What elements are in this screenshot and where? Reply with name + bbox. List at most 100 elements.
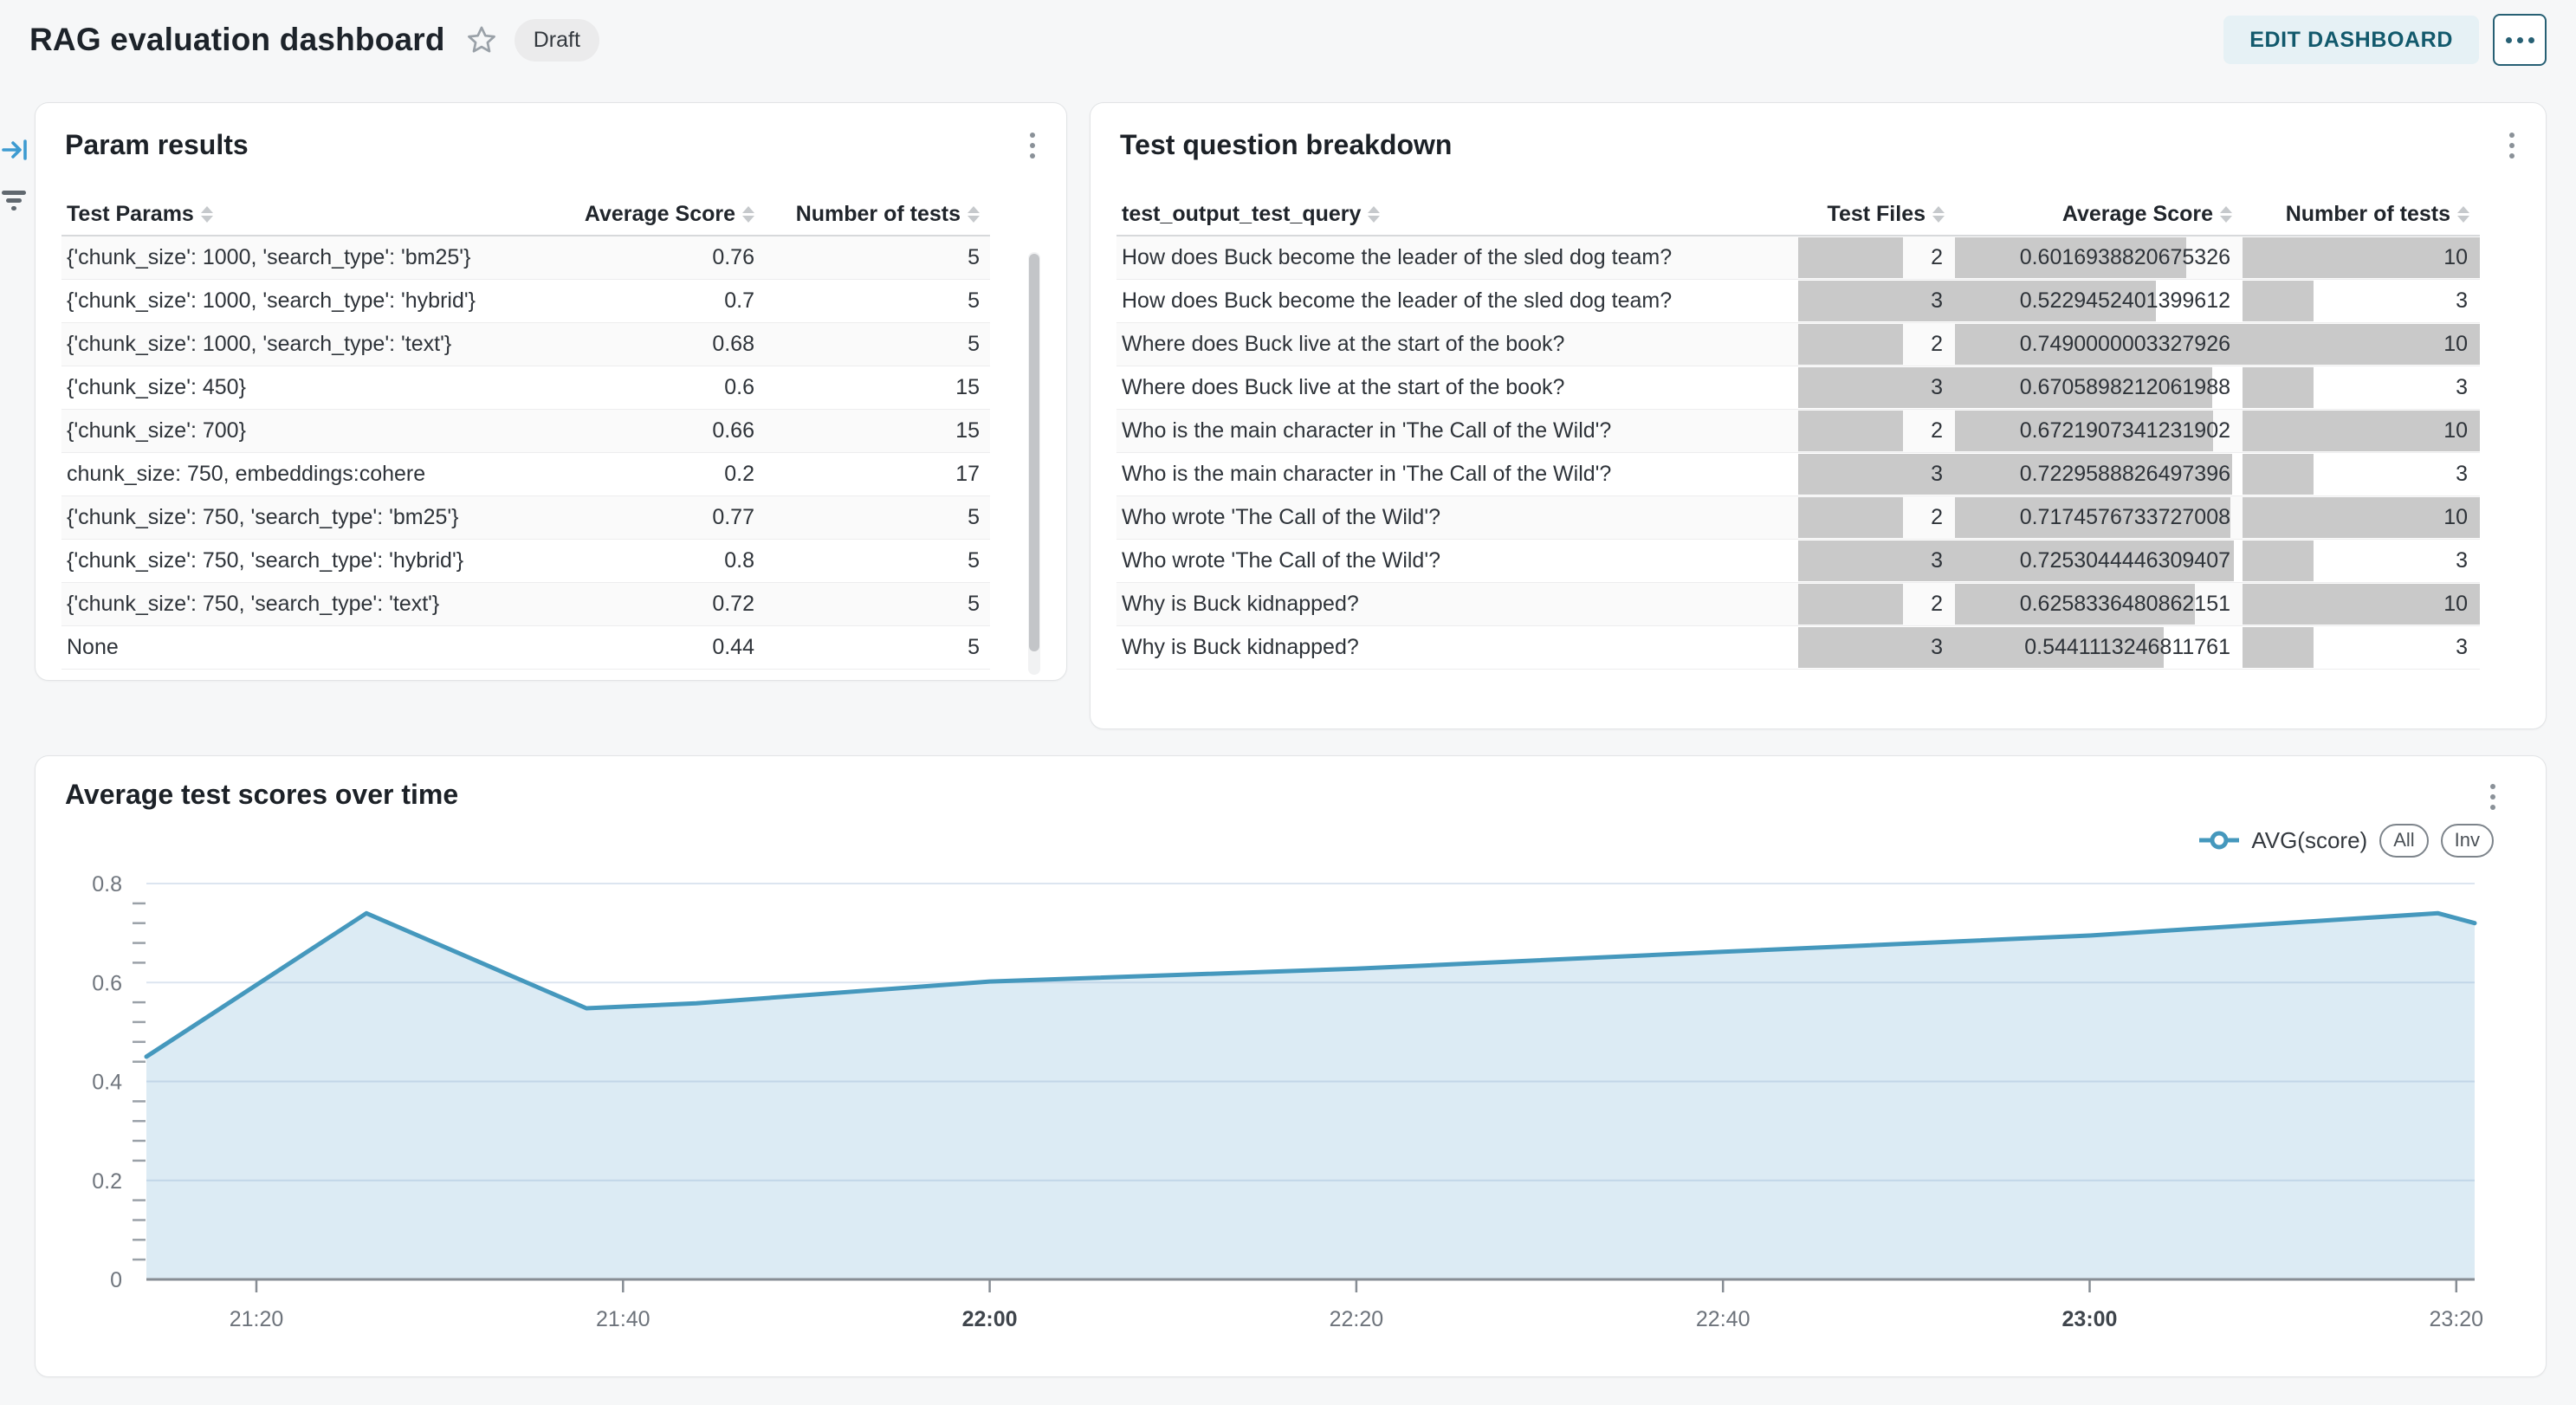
cell-average-score: 0.72 (557, 583, 765, 626)
sort-icon (742, 206, 754, 223)
table-row: Who is the main character in 'The Call o… (1116, 410, 2480, 453)
cell-number-of-tests: 15 (765, 410, 990, 453)
x-tick-label: 21:40 (596, 1307, 650, 1331)
cell-number-of-tests: 3 (2243, 453, 2480, 496)
table-row: {'chunk_size': 450}0.615 (61, 366, 990, 410)
column-header-number-of-tests[interactable]: Number of tests (2243, 193, 2480, 236)
header-actions: EDIT DASHBOARD (2223, 14, 2547, 66)
x-tick-label: 21:20 (230, 1307, 284, 1331)
cell-test-files: 3 (1798, 540, 1955, 583)
x-tick-label: 22:00 (962, 1307, 1018, 1331)
cell-number-of-tests: 10 (2243, 496, 2480, 540)
favorite-star-icon[interactable] (466, 24, 497, 55)
scores-line-chart[interactable]: 00.20.40.60.821:2021:4022:0022:2022:4023… (36, 756, 2547, 1378)
column-header-test-query[interactable]: test_output_test_query (1116, 193, 1798, 236)
table-scrollbar-track[interactable] (1028, 252, 1040, 675)
x-tick-label: 23:20 (2430, 1307, 2484, 1331)
table-row: {'chunk_size': 750, 'search_type': 'hybr… (61, 540, 990, 583)
cell-test-params: {'chunk_size': 750, 'search_type': 'text… (61, 583, 557, 626)
question-breakdown-card: Test question breakdown test_output_test… (1090, 102, 2547, 729)
cell-number-of-tests: 17 (765, 453, 990, 496)
cell-number-of-tests: 5 (765, 323, 990, 366)
cell-number-of-tests: 5 (765, 540, 990, 583)
column-header-average-score[interactable]: Average Score (557, 193, 765, 236)
table-row: Who is the main character in 'The Call o… (1116, 453, 2480, 496)
table-row: Why is Buck kidnapped?30.544111324681176… (1116, 626, 2480, 670)
cell-number-of-tests: 15 (765, 366, 990, 410)
table-row: How does Buck become the leader of the s… (1116, 280, 2480, 323)
cell-average-score: 0.6258336480862151 (1955, 583, 2243, 626)
sort-icon (1368, 206, 1380, 223)
cell-average-score: 0.6721907341231902 (1955, 410, 2243, 453)
sort-icon (968, 206, 980, 223)
cell-test-query: Where does Buck live at the start of the… (1116, 323, 1798, 366)
cell-number-of-tests: 10 (2243, 583, 2480, 626)
cell-test-params: {'chunk_size': 1000, 'search_type': 'hyb… (61, 280, 557, 323)
y-tick-label: 0 (110, 1268, 122, 1292)
cell-average-score: 0.6016938820675326 (1955, 236, 2243, 280)
cell-number-of-tests: 10 (2243, 323, 2480, 366)
cell-number-of-tests: 5 (765, 583, 990, 626)
x-tick-label: 22:20 (1330, 1307, 1384, 1331)
cell-average-score: 0.6705898212061988 (1955, 366, 2243, 410)
column-header-test-files[interactable]: Test Files (1798, 193, 1955, 236)
y-tick-label: 0.8 (92, 872, 122, 897)
cell-number-of-tests: 10 (2243, 236, 2480, 280)
cell-test-params: {'chunk_size': 1000, 'search_type': 'tex… (61, 323, 557, 366)
param-table-body: {'chunk_size': 1000, 'search_type': 'bm2… (61, 236, 990, 670)
cell-test-query: How does Buck become the leader of the s… (1116, 236, 1798, 280)
cell-test-files: 3 (1798, 626, 1955, 670)
cell-number-of-tests: 5 (765, 496, 990, 540)
edit-dashboard-button[interactable]: EDIT DASHBOARD (2223, 16, 2479, 64)
page-title: RAG evaluation dashboard (29, 22, 445, 58)
cell-test-params: {'chunk_size': 750, 'search_type': 'hybr… (61, 540, 557, 583)
column-header-average-score[interactable]: Average Score (1955, 193, 2243, 236)
table-row: {'chunk_size': 1000, 'search_type': 'tex… (61, 323, 990, 366)
status-badge: Draft (515, 19, 599, 62)
cell-number-of-tests: 5 (765, 626, 990, 670)
y-tick-label: 0.2 (92, 1169, 122, 1194)
cell-average-score: 0.66 (557, 410, 765, 453)
param-results-card: Param results Test Params Average Score … (35, 102, 1067, 681)
cell-average-score: 0.77 (557, 496, 765, 540)
cell-test-query: Why is Buck kidnapped? (1116, 583, 1798, 626)
cell-test-params: None (61, 626, 557, 670)
table-row: Why is Buck kidnapped?20.625833648086215… (1116, 583, 2480, 626)
param-results-title: Param results (65, 129, 249, 161)
cell-test-params: chunk_size: 750, embeddings:cohere (61, 453, 557, 496)
cell-average-score: 0.7229588826497396 (1955, 453, 2243, 496)
question-card-menu-button[interactable] (2504, 127, 2520, 164)
question-breakdown-title: Test question breakdown (1120, 129, 1452, 161)
cell-number-of-tests: 3 (2243, 280, 2480, 323)
cell-average-score: 0.7490000003327926 (1955, 323, 2243, 366)
filter-icon[interactable] (0, 185, 29, 215)
column-header-number-of-tests[interactable]: Number of tests (765, 193, 990, 236)
y-tick-label: 0.4 (92, 1071, 122, 1095)
cell-test-query: Who is the main character in 'The Call o… (1116, 453, 1798, 496)
cell-test-files: 3 (1798, 453, 1955, 496)
table-scrollbar-thumb[interactable] (1029, 254, 1039, 651)
cell-test-params: {'chunk_size': 750, 'search_type': 'bm25… (61, 496, 557, 540)
cell-test-query: Who is the main character in 'The Call o… (1116, 410, 1798, 453)
cell-test-query: Why is Buck kidnapped? (1116, 626, 1798, 670)
column-header-test-params[interactable]: Test Params (61, 193, 557, 236)
cell-average-score: 0.5441113246811761 (1955, 626, 2243, 670)
table-row: Where does Buck live at the start of the… (1116, 323, 2480, 366)
cell-number-of-tests: 3 (2243, 540, 2480, 583)
table-row: Where does Buck live at the start of the… (1116, 366, 2480, 410)
cell-test-params: {'chunk_size': 700} (61, 410, 557, 453)
cell-average-score: 0.44 (557, 626, 765, 670)
param-card-menu-button[interactable] (1025, 127, 1040, 164)
question-table-body: How does Buck become the leader of the s… (1116, 236, 2480, 670)
cell-test-query: Where does Buck live at the start of the… (1116, 366, 1798, 410)
table-row: {'chunk_size': 1000, 'search_type': 'hyb… (61, 280, 990, 323)
collapse-panel-icon[interactable] (2, 135, 31, 165)
question-breakdown-table: test_output_test_query Test Files Averag… (1116, 193, 2480, 670)
more-options-button[interactable] (2493, 14, 2547, 66)
cell-average-score: 0.7253044446309407 (1955, 540, 2243, 583)
cell-average-score: 0.8 (557, 540, 765, 583)
cell-test-files: 2 (1798, 323, 1955, 366)
sort-icon (201, 206, 213, 223)
cell-test-query: How does Buck become the leader of the s… (1116, 280, 1798, 323)
table-row: {'chunk_size': 750, 'search_type': 'bm25… (61, 496, 990, 540)
